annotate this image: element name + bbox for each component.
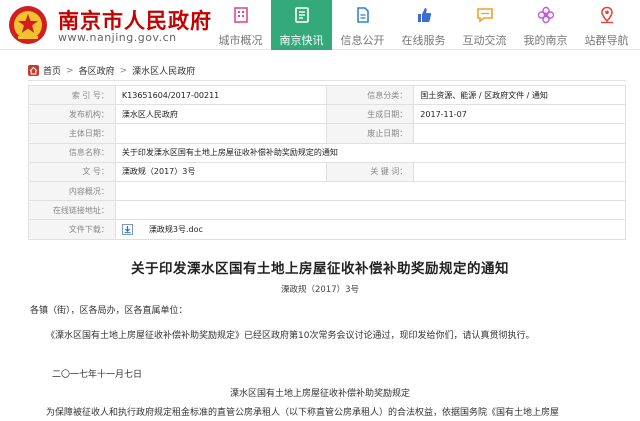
info-row: 发布机构： 溧水区人民政府 生成日期： 2017-11-07 <box>28 104 626 125</box>
site-url: www.nanjing.gov.cn <box>58 31 177 44</box>
nav-item-info-disclosure[interactable]: 信息公开 <box>332 0 393 50</box>
publisher-label: 发布机构： <box>28 104 116 125</box>
regulation-title: 溧水区国有土地上房屋征收补偿补助奖励规定 <box>229 389 410 399</box>
doc-number-value: 溧政规（2017）3号 <box>114 161 328 182</box>
online-link-label: 在线链接地址： <box>28 200 116 221</box>
download-cell: 溧政规3号.doc <box>114 219 627 240</box>
document-info-table: 索 引 号： K13651604/2017-00211 信息分类： 国土资源、能… <box>28 84 627 240</box>
breadcrumb-lishui-government[interactable]: 溧水区人民政府 <box>132 64 195 77</box>
info-row: 文件下载： 溧政规3号.doc <box>28 219 627 240</box>
site-header: 南京市人民政府 www.nanjing.gov.cn 城市概况 南京快讯 信息公… <box>0 0 640 50</box>
keywords-label: 关 键 词： <box>326 161 415 182</box>
nav-label: 在线服务 <box>401 34 446 47</box>
breadcrumb-district-governments[interactable]: 各区政府 <box>79 64 115 77</box>
nav-item-interaction[interactable]: 互动交流 <box>454 0 515 50</box>
news-icon <box>295 7 309 23</box>
map-pin-icon <box>601 6 613 24</box>
document-icon <box>357 7 369 23</box>
info-row: 主体日期： 废止日期： <box>28 123 626 144</box>
download-file-icon[interactable] <box>121 223 133 235</box>
nav-item-online-service[interactable]: 在线服务 <box>393 0 454 50</box>
created-date-value: 2017-11-07 <box>413 104 626 125</box>
nav-item-nanjing-news[interactable]: 南京快讯 <box>271 0 332 50</box>
salutation: 各镇（街），区各局办，区各直属单位： <box>30 306 188 316</box>
nav-label: 信息公开 <box>340 34 385 47</box>
home-icon <box>28 65 39 76</box>
building-icon <box>234 7 248 23</box>
keywords-value <box>413 161 626 182</box>
document-title: 关于印发溧水区国有土地上房屋征收补偿补助奖励规定的通知 <box>131 261 509 277</box>
subject-date-label: 主体日期： <box>28 123 116 144</box>
document-date: 二〇一七年十一月七日 <box>52 370 143 380</box>
chat-icon <box>477 8 493 23</box>
nav-label: 互动交流 <box>462 34 507 47</box>
breadcrumb-divider <box>28 80 626 81</box>
breadcrumb-home[interactable]: 首页 <box>43 64 61 77</box>
info-name-label: 信息名称： <box>28 142 116 163</box>
main-nav: 城市概况 南京快讯 信息公开 在线服务 互动交流 我的南京 站群导航 <box>210 0 637 50</box>
nav-label: 站群导航 <box>584 34 629 47</box>
nav-label: 城市概况 <box>218 34 263 47</box>
paragraph-body: 为保障被征收人和执行政府规定租金标准的直管公房承租人（以下称直管公房承租人）的合… <box>46 408 560 418</box>
info-row: 信息名称： 关于印发溧水区国有土地上房屋征收补偿补助奖励规定的通知 <box>28 142 627 163</box>
index-number-value: K13651604/2017-00211 <box>114 84 328 106</box>
nav-label: 南京快讯 <box>279 34 324 47</box>
category-value: 国土资源、能源 / 区政府文件 / 通知 <box>413 84 626 106</box>
nav-item-city-overview[interactable]: 城市概况 <box>210 0 271 50</box>
national-emblem-icon[interactable] <box>8 5 48 45</box>
repeal-date-value <box>413 123 626 144</box>
document-number: 溧政规（2017）3号 <box>280 285 360 295</box>
breadcrumb-separator: > <box>119 65 128 76</box>
doc-number-label: 文 号： <box>28 161 116 182</box>
nav-label: 我的南京 <box>523 34 568 47</box>
thumbs-up-icon <box>418 8 432 22</box>
breadcrumb: 首页 > 各区政府 > 溧水区人民政府 <box>28 64 195 77</box>
info-row: 内容概况： <box>28 180 627 202</box>
info-row: 索 引 号： K13651604/2017-00211 信息分类： 国土资源、能… <box>28 84 626 106</box>
breadcrumb-separator: > <box>66 65 74 76</box>
index-number-label: 索 引 号： <box>28 84 116 106</box>
publisher-value: 溧水区人民政府 <box>114 104 328 125</box>
created-date-label: 生成日期： <box>326 104 415 125</box>
paragraph-intro: 《溧水区国有土地上房屋征收补偿补助奖励规定》已经区政府第10次常务会议讨论通过，… <box>46 331 535 341</box>
nav-item-my-nanjing[interactable]: 我的南京 <box>515 0 576 50</box>
subject-date-value <box>114 123 328 144</box>
download-label: 文件下载： <box>28 219 116 240</box>
overview-label: 内容概况： <box>28 180 116 202</box>
category-label: 信息分类： <box>326 84 415 106</box>
overview-value <box>114 180 627 202</box>
repeal-date-label: 废止日期： <box>326 123 415 144</box>
info-row: 文 号： 溧政规（2017）3号 关 键 词： <box>28 161 626 182</box>
info-row: 在线链接地址： <box>28 200 627 221</box>
info-name-value: 关于印发溧水区国有土地上房屋征收补偿补助奖励规定的通知 <box>114 142 627 163</box>
download-file-link[interactable]: 溧政规3号.doc <box>149 225 203 234</box>
online-link-value <box>114 200 627 221</box>
flower-icon <box>537 6 555 24</box>
nav-item-site-navigation[interactable]: 站群导航 <box>576 0 637 50</box>
